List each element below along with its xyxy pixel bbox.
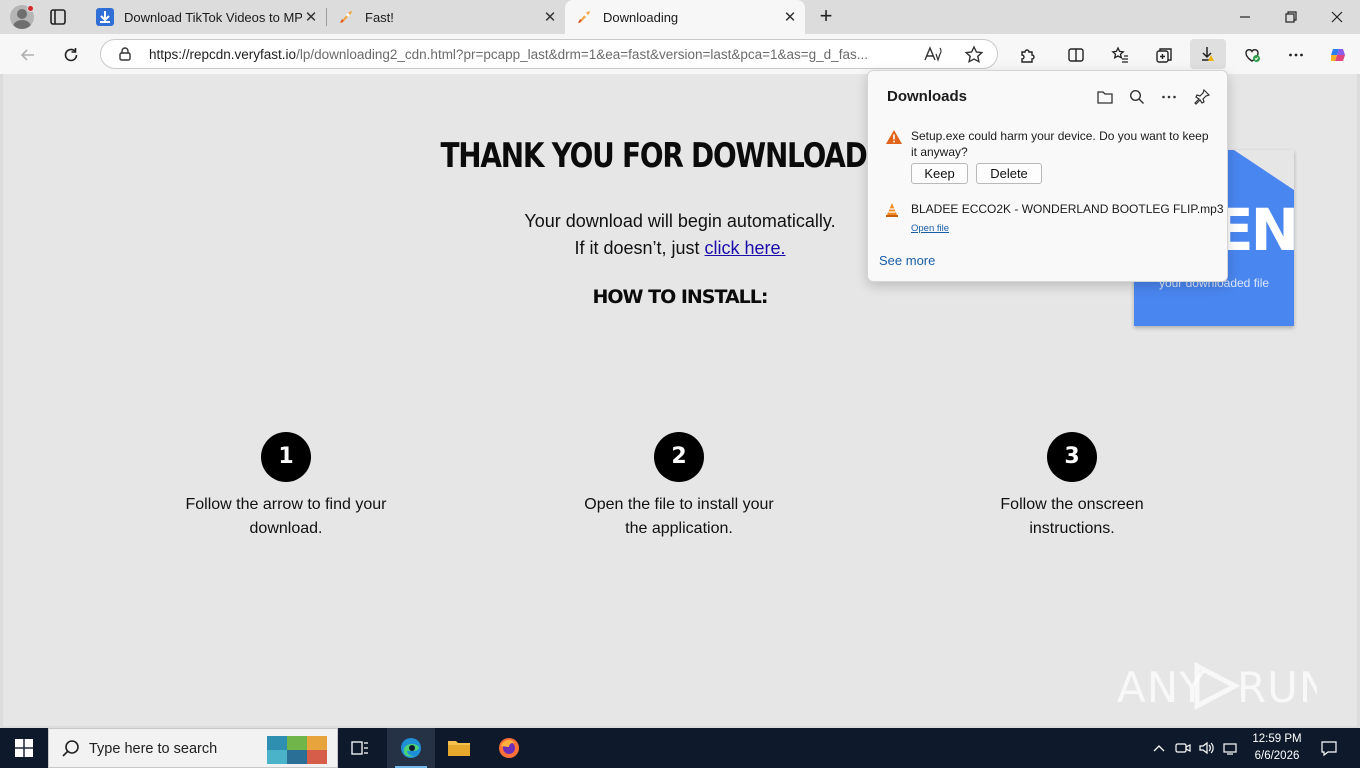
open-folder-icon[interactable] [1095, 87, 1115, 107]
search-icon[interactable] [1127, 87, 1147, 107]
refresh-icon[interactable] [57, 41, 85, 69]
task-view-icon[interactable] [336, 728, 384, 768]
step-text: Open the file to install your the applica… [584, 496, 774, 537]
notifications-icon[interactable] [1316, 728, 1342, 768]
downloads-flyout: Downloads Setup.exe could harm your devi… [867, 70, 1228, 282]
anyrun-watermark-logo: ANY RUN [1117, 656, 1330, 716]
rocket-icon [337, 8, 355, 26]
warning-icon [886, 130, 902, 144]
volume-icon[interactable] [1197, 728, 1217, 768]
favorites-list-icon[interactable] [1106, 41, 1134, 69]
windows-taskbar: Type here to search 12:59 PM 6/6/2026 [0, 728, 1360, 768]
harm-warning-text: Setup.exe could harm your device. Do you… [911, 129, 1209, 159]
url-path: /lp/downloading2_cdn.html?pr=pcapp_last&… [296, 47, 868, 62]
taskbar-clock[interactable]: 12:59 PM 6/6/2026 [1242, 731, 1312, 765]
show-hidden-icons-chevron-icon[interactable] [1150, 728, 1168, 768]
split-screen-icon[interactable] [1062, 41, 1090, 69]
collections-icon[interactable] [1150, 41, 1178, 69]
favorite-star-icon[interactable] [963, 44, 985, 66]
downloads-title: Downloads [887, 88, 968, 105]
install-step-2: 2 Open the file to install your the appli… [539, 432, 819, 541]
restore-button[interactable] [1268, 0, 1314, 34]
url-text[interactable]: https://repcdn.veryfast.io/lp/downloadin… [149, 47, 919, 62]
tab-download-tiktok[interactable]: Download TikTok Videos to MP4 ✕ [86, 0, 326, 34]
step-text: Follow the arrow to find your download. [185, 496, 387, 537]
clock-date: 6/6/2026 [1254, 750, 1300, 762]
vlc-cone-icon [886, 203, 898, 217]
tab-downloading[interactable]: Downloading ✕ [565, 0, 805, 34]
more-options-icon[interactable] [1159, 87, 1179, 107]
rocket-icon [575, 8, 593, 26]
firefox-icon[interactable] [485, 728, 533, 768]
tab-fast[interactable]: Fast! ✕ [327, 0, 565, 34]
pin-icon[interactable] [1192, 87, 1212, 107]
downloads-icon[interactable] [1190, 39, 1226, 69]
install-step-3: 3 Follow the onscreen instructions. [932, 432, 1212, 541]
file-explorer-icon[interactable] [435, 728, 483, 768]
close-window-button[interactable] [1314, 0, 1360, 34]
step-number: 2 [654, 432, 704, 482]
install-step-1: 1 Follow the arrow to find your download. [146, 432, 426, 541]
extensions-puzzle-icon[interactable] [1013, 41, 1041, 69]
see-more-link[interactable]: See more [879, 253, 935, 268]
edge-browser-icon[interactable] [387, 728, 435, 768]
meet-now-icon[interactable] [1174, 728, 1192, 768]
close-tab-icon[interactable]: ✕ [541, 8, 559, 26]
tab-strip: Download TikTok Videos to MP4 ✕ Fast! ✕ … [0, 0, 1360, 34]
puzzle-art-icon [267, 736, 327, 764]
download-arrow-icon [96, 8, 114, 26]
download-file-name[interactable]: BLADEE ECCO2K - WONDERLAND BOOTLEG FLIP.… [911, 202, 1224, 216]
tab-actions-icon[interactable] [48, 7, 72, 27]
svg-text:ANY: ANY [1117, 663, 1206, 712]
read-aloud-icon[interactable] [923, 45, 945, 65]
keep-button[interactable]: Keep [911, 163, 968, 184]
svg-text:RUN: RUN [1237, 663, 1317, 712]
open-file-link[interactable]: Open file [911, 223, 949, 234]
taskbar-search-box[interactable]: Type here to search [48, 728, 338, 768]
minimize-button[interactable] [1222, 0, 1268, 34]
lock-icon[interactable] [117, 46, 133, 62]
delete-button[interactable]: Delete [976, 163, 1042, 184]
back-arrow-icon[interactable] [14, 41, 42, 69]
browser-toolbar: https://repcdn.veryfast.io/lp/downloadin… [0, 34, 1360, 74]
step-number: 3 [1047, 432, 1097, 482]
search-placeholder: Type here to search [89, 741, 218, 757]
search-icon [62, 740, 79, 757]
tab-title: Download TikTok Videos to MP4 [124, 9, 302, 25]
tab-title: Downloading [603, 9, 679, 25]
close-tab-icon[interactable]: ✕ [302, 8, 320, 26]
network-icon[interactable] [1221, 728, 1241, 768]
tab-title: Fast! [365, 9, 394, 25]
step-number: 1 [261, 432, 311, 482]
click-here-link[interactable]: click here. [705, 238, 786, 258]
url-host: https://repcdn.veryfast.io [149, 47, 297, 62]
more-menu-icon[interactable] [1282, 41, 1310, 69]
close-tab-icon[interactable]: ✕ [781, 8, 799, 26]
copilot-icon[interactable] [1324, 41, 1352, 69]
browser-essentials-icon[interactable] [1238, 41, 1266, 69]
profile-notification-badge [27, 5, 34, 12]
windows-start-icon[interactable] [0, 728, 48, 768]
fallback-prefix: If it doesn’t, just [574, 238, 705, 258]
step-text: Follow the onscreen instructions. [1000, 496, 1144, 537]
address-bar[interactable]: https://repcdn.veryfast.io/lp/downloadin… [100, 39, 998, 69]
clock-time: 12:59 PM [1252, 733, 1302, 745]
new-tab-button[interactable]: + [814, 5, 838, 29]
